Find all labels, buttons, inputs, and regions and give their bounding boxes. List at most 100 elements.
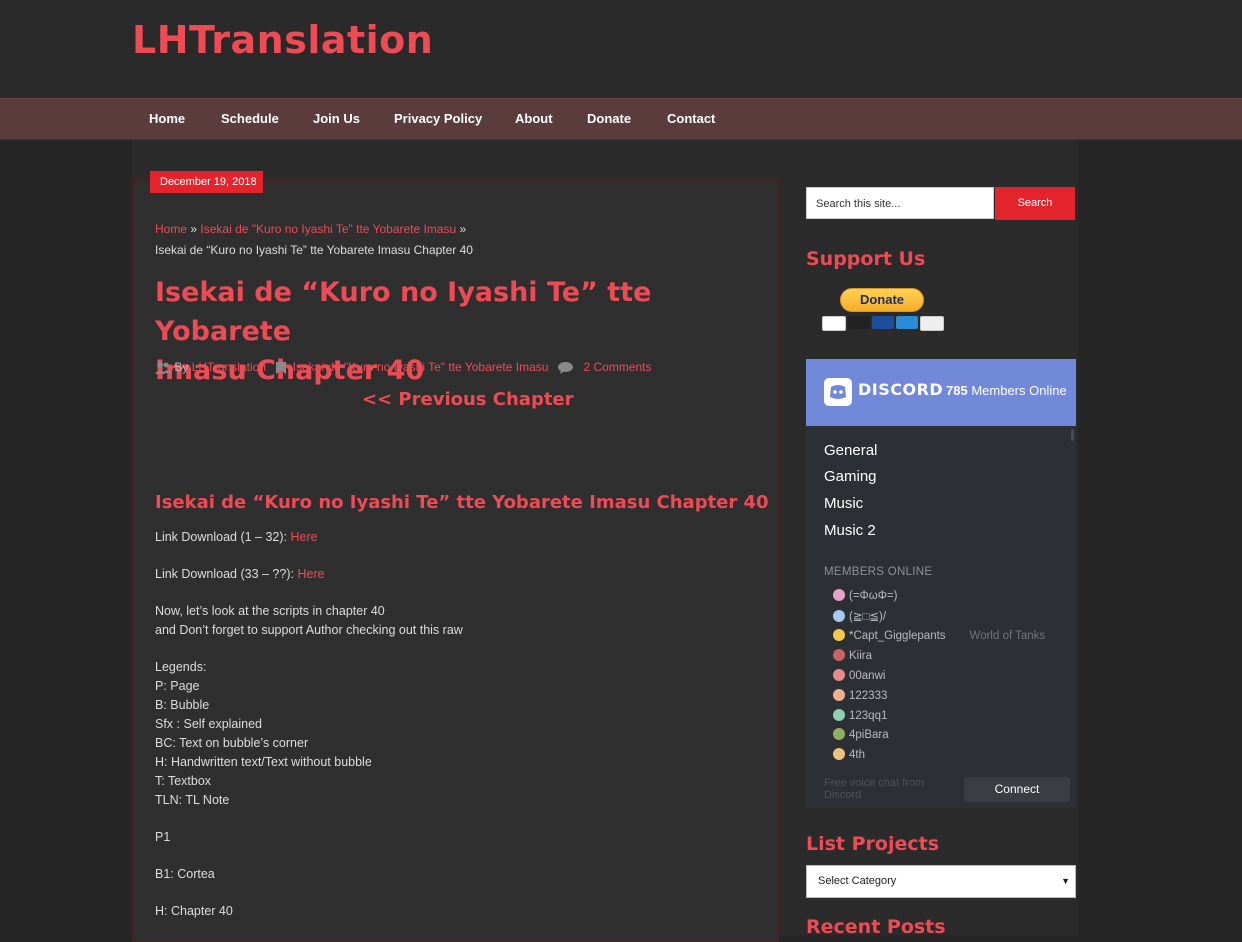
member-name: 4th	[849, 749, 865, 761]
avatar	[833, 589, 845, 601]
nav-donate[interactable]: Donate	[587, 99, 631, 139]
scrollbar[interactable]	[1071, 429, 1074, 441]
nav-home[interactable]: Home	[149, 99, 185, 139]
search-input[interactable]: Search this site...	[806, 187, 994, 219]
avatar	[833, 709, 845, 721]
category-select[interactable]: Select Category ▼	[806, 865, 1076, 898]
nav-privacy-policy[interactable]: Privacy Policy	[394, 99, 482, 139]
member-item[interactable]: 122333	[833, 689, 887, 702]
payment-cards	[822, 316, 946, 334]
channel-general[interactable]: General	[824, 442, 877, 459]
discord-header: DISCORD 785 Members Online	[806, 359, 1076, 426]
member-item[interactable]: 123qq1	[833, 709, 887, 722]
avatar	[833, 748, 845, 760]
search-button[interactable]: Search	[995, 187, 1075, 220]
legend-line: H: Handwritten text/Text without bubble	[155, 755, 372, 769]
support-us-title: Support Us	[806, 248, 926, 270]
discord-logo-icon	[824, 378, 852, 406]
paypal-donate-button[interactable]: Donate	[840, 288, 924, 312]
mastercard-icon	[848, 316, 870, 329]
member-name: Kiira	[849, 650, 873, 662]
content-heading: Isekai de “Kuro no Iyashi Te” tte Yobare…	[155, 492, 769, 513]
avatar	[833, 728, 845, 740]
member-name: 4piBara	[849, 729, 889, 741]
download-link-1: Link Download (1 – 32): Here	[155, 528, 318, 547]
member-item[interactable]: (≧□≦)/	[833, 609, 886, 623]
legend-line: B: Bubble	[155, 698, 210, 712]
member-item[interactable]: 00anwi	[833, 669, 885, 682]
avatar	[833, 669, 845, 681]
dropdown-arrow-icon: ▼	[1061, 876, 1070, 886]
avatar	[833, 689, 845, 701]
avatar	[833, 610, 845, 622]
members-online-label: MEMBERS ONLINE	[824, 566, 933, 578]
member-item[interactable]: 4th	[833, 748, 865, 761]
intro-line-1: Now, let’s look at the scripts in chapte…	[155, 604, 385, 618]
legend-line: Legends:	[155, 660, 207, 674]
users-icon	[155, 362, 171, 374]
download-here-link-2[interactable]: Here	[297, 567, 324, 581]
nav-contact[interactable]: Contact	[667, 99, 715, 139]
avatar	[833, 649, 845, 661]
member-item[interactable]: Kiira	[833, 649, 872, 662]
site-title[interactable]: LHTranslation	[132, 18, 433, 62]
legend-line: BC: Text on bubble’s corner	[155, 736, 309, 750]
channel-music[interactable]: Music	[824, 495, 863, 512]
discord-widget: DISCORD 785 Members Online General Gamin…	[806, 359, 1076, 808]
visa-icon	[822, 316, 846, 331]
member-item[interactable]: (=ΦωΦ=)	[833, 589, 897, 602]
member-item[interactable]: 4piBara	[833, 728, 889, 741]
discover-icon	[920, 316, 944, 331]
discord-members-online: 785 Members Online	[946, 383, 1067, 398]
comment-icon	[558, 362, 574, 374]
legend-line: T: Textbox	[155, 774, 212, 788]
intro-line-2: and Don’t forget to support Author check…	[155, 623, 463, 637]
chevron-right-icon: »	[190, 222, 198, 236]
main-nav: Home Schedule Join Us Privacy Policy Abo…	[0, 98, 1242, 140]
nav-schedule[interactable]: Schedule	[221, 99, 279, 139]
maestro-icon	[872, 316, 894, 329]
bookmark-icon	[275, 362, 286, 374]
post-meta: By LHTranslation Isekai de "Kuro no Iyas…	[155, 360, 652, 374]
breadcrumb: Home » Isekai de "Kuro no Iyashi Te" tte…	[155, 219, 755, 261]
member-name: *Capt_Gigglepants	[849, 630, 946, 642]
previous-chapter-link[interactable]: << Previous Chapter	[362, 389, 574, 410]
post-title-line1: Isekai de “Kuro no Iyashi Te” tte Yobare…	[155, 277, 652, 347]
download-link-2: Link Download (33 – ??): Here	[155, 565, 325, 584]
member-name: (≧□≦)/	[849, 611, 887, 623]
script-b1: B1: Cortea	[155, 867, 215, 881]
member-name: 00anwi	[849, 670, 886, 682]
discord-wordmark: DISCORD	[858, 380, 944, 399]
script-p1: P1	[155, 830, 171, 844]
members-label: Members Online	[971, 383, 1067, 398]
discord-connect-button[interactable]: Connect	[964, 777, 1070, 802]
breadcrumb-current: Isekai de “Kuro no Iyashi Te” tte Yobare…	[155, 243, 473, 257]
legends-block: Legends: P: Page B: Bubble Sfx : Self ex…	[155, 658, 372, 810]
meta-by: By	[174, 360, 189, 374]
breadcrumb-home[interactable]: Home	[155, 222, 187, 236]
legend-line: P: Page	[155, 679, 200, 693]
select-value: Select Category	[818, 875, 897, 887]
chevron-right-icon: »	[459, 222, 467, 236]
nav-join-us[interactable]: Join Us	[313, 99, 360, 139]
download-here-link-1[interactable]: Here	[291, 530, 318, 544]
meta-comments-link[interactable]: 2 Comments	[583, 360, 651, 374]
member-game: World of Tanks	[969, 630, 1046, 642]
amex-icon	[896, 316, 918, 329]
nav-about[interactable]: About	[515, 99, 553, 139]
list-projects-title: List Projects	[806, 833, 940, 855]
download-label-2: Link Download (33 – ??):	[155, 567, 294, 581]
intro-text: Now, let’s look at the scripts in chapte…	[155, 602, 463, 640]
members-count: 785	[946, 383, 968, 398]
date-badge: December 19, 2018	[150, 171, 263, 193]
member-item[interactable]: *Capt_Gigglepants World of Tanks	[833, 629, 1045, 642]
member-name: (=ΦωΦ=)	[849, 590, 898, 602]
legend-line: Sfx : Self explained	[155, 717, 263, 731]
breadcrumb-category[interactable]: Isekai de "Kuro no Iyashi Te" tte Yobare…	[200, 222, 456, 236]
meta-author-link[interactable]: LHTranslation	[192, 360, 266, 374]
legend-line: TLN: TL Note	[155, 793, 230, 807]
channel-gaming[interactable]: Gaming	[824, 468, 877, 485]
meta-category-link[interactable]: Isekai de "Kuro no Iyashi Te" tte Yobare…	[293, 360, 549, 374]
channel-music-2[interactable]: Music 2	[824, 522, 876, 539]
discord-footer: Free voice chat from Discord Connect	[806, 767, 1076, 808]
